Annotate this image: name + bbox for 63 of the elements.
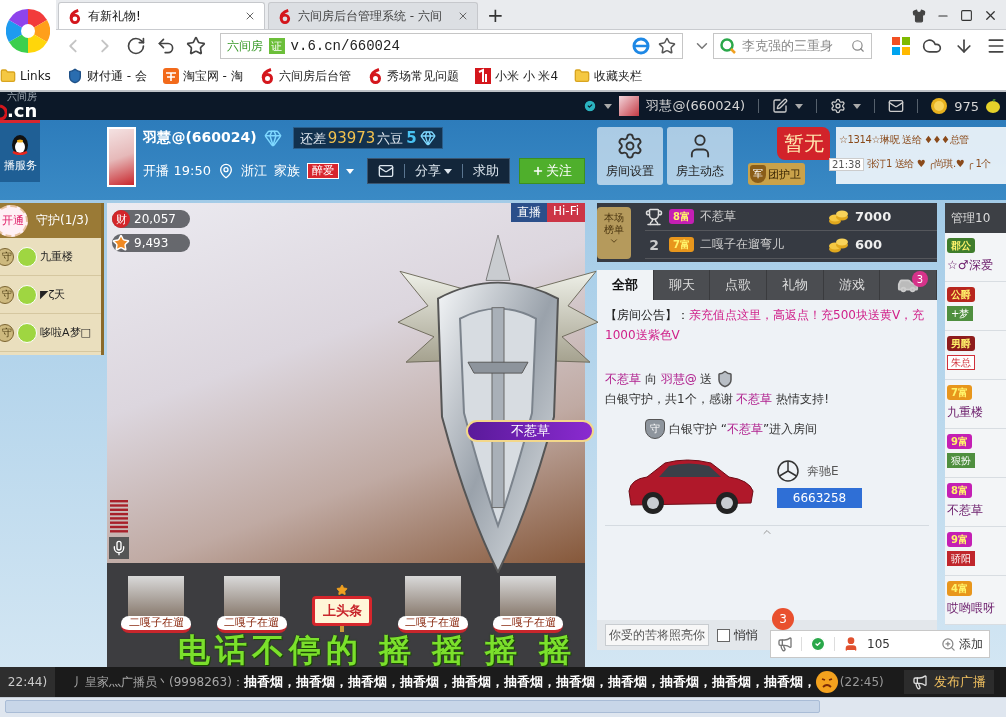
user-tag: +梦 bbox=[947, 306, 974, 321]
url-text: v.6.cn/660024 bbox=[290, 38, 400, 54]
gift-message-text: 不惹草 向 羽慧@ 送 bbox=[605, 371, 713, 388]
user-label: 二嘎子在遛 bbox=[493, 616, 563, 633]
rank-badge: 9富 bbox=[947, 532, 972, 547]
stat-value: 9,493 bbox=[134, 236, 169, 250]
marquee-text: ☆1314☆琳呪 送给 ♦♦♦总管 bbox=[839, 133, 969, 147]
user-tag: 朱总 bbox=[947, 355, 975, 370]
start-time: 开播 19:50 bbox=[143, 162, 211, 180]
previous-time: 22:44) bbox=[0, 667, 55, 697]
broadcast-message: 抽香烟，抽香烟，抽香烟，抽香烟，抽香烟，抽香烟，抽香烟，抽香烟，抽香烟，抽香烟，抽香烟， bbox=[243, 673, 816, 691]
coin-count: 975 bbox=[954, 98, 979, 114]
location-text: 浙江 bbox=[241, 162, 267, 180]
user-label: 二嘎子在遛 bbox=[397, 616, 468, 633]
family-label: 家族 bbox=[274, 162, 300, 180]
rank-badge: 公爵 bbox=[947, 287, 975, 302]
car-model-text: 奔驰E bbox=[807, 463, 839, 480]
rank-badge: 郡公 bbox=[947, 238, 975, 253]
guard-mark: 守 bbox=[0, 285, 14, 304]
rank-badge: 男爵 bbox=[947, 336, 975, 351]
rank-badge: 7富 bbox=[947, 385, 972, 400]
rank-number: 2 bbox=[648, 236, 660, 253]
gift-thanks-text: 白银守护，共1个，感谢 不惹草 热情支持! bbox=[605, 391, 830, 408]
marquee-text: 张汀1 送给 ♥ ╭尚琪.♥ ╭ 1个 bbox=[866, 157, 991, 171]
rank-badge: 7富 bbox=[669, 237, 694, 252]
rank-badge: 9富 bbox=[947, 434, 972, 449]
rank-badge: 4富 bbox=[947, 581, 972, 596]
ranking-amount: 7000 bbox=[855, 209, 893, 224]
scrolling-banner-text: 电话不停的 摇 摇 摇 摇 bbox=[178, 634, 576, 667]
user-tag: 狠扮 bbox=[947, 453, 975, 468]
user-label: 二嘎子在遛 bbox=[121, 616, 191, 633]
announcement-text: 【房间公告】：亲充值点这里，高返点！充500块送黄V，充1000送紫色V bbox=[605, 307, 926, 344]
user-label: 二嘎子在遛 bbox=[216, 616, 287, 633]
wealth-badge: 财 bbox=[112, 210, 130, 228]
online-count: 105 bbox=[867, 637, 890, 651]
live-tag: 直播 bbox=[510, 203, 547, 222]
time-label: 21:38 bbox=[829, 157, 864, 171]
guard-badge-icon: 守 bbox=[645, 419, 665, 439]
rank-badge: 8富 bbox=[947, 483, 972, 498]
ranking-amount: 600 bbox=[855, 237, 884, 252]
level-number: 5 bbox=[406, 129, 417, 147]
broadcast-time: (22:45) bbox=[839, 675, 884, 689]
cert-badge: 证 bbox=[268, 38, 285, 54]
logo-tagline: 六间房 bbox=[7, 92, 38, 102]
guard-label: 团护卫 bbox=[768, 166, 801, 182]
guard-mark: 守 bbox=[0, 247, 14, 266]
user-tag: 骄阳 bbox=[947, 551, 975, 566]
nameplate: 不惹草 bbox=[466, 420, 594, 442]
streamer-name: 羽慧@(660024) bbox=[143, 129, 257, 147]
site-label: 六间房 bbox=[226, 37, 263, 55]
progress-text: 还差93973 六豆 bbox=[299, 128, 404, 148]
rank-emblem: 军 bbox=[750, 165, 766, 183]
whisper-label: 悄悄 bbox=[734, 626, 758, 644]
count-badge: 3 bbox=[912, 271, 929, 287]
ranking-tag-text: 本场榜单 bbox=[603, 212, 625, 236]
stat-value: 20,057 bbox=[134, 212, 176, 226]
rank-badge: 8富 bbox=[669, 209, 694, 224]
guardian-title: 守护(1/3) bbox=[36, 212, 89, 229]
guard-mark: 守 bbox=[0, 323, 14, 342]
plate-label: 6663258 bbox=[777, 488, 862, 508]
enter-message-text: 白银守护 “不惹草”进入房间 bbox=[669, 421, 818, 438]
headline-flag: 暂无 bbox=[777, 127, 830, 160]
search-text: 李克强的三重身 bbox=[741, 37, 834, 55]
